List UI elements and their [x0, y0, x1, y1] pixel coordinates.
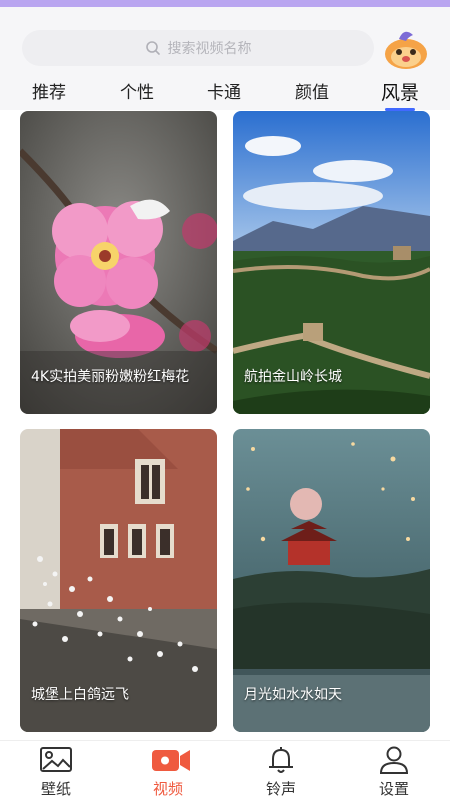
search-placeholder: 搜索视频名称: [167, 41, 252, 57]
image-icon: [39, 745, 73, 775]
avatar[interactable]: [382, 27, 430, 71]
bell-icon: [264, 745, 298, 775]
nav-label: 视频: [152, 780, 183, 798]
video-card-castle-doves[interactable]: 城堡上白鸽远飞: [20, 429, 217, 732]
category-tabs: 推荐 个性 卡通 颜值 风景: [0, 79, 450, 113]
video-card-plum-blossom[interactable]: 4K实拍美丽粉嫩粉红梅花: [20, 111, 217, 414]
video-title: 城堡上白鸽远飞: [31, 687, 129, 703]
nav-video[interactable]: 视频: [123, 741, 213, 801]
tab-personality[interactable]: 个性: [120, 79, 154, 109]
status-strip: [0, 0, 450, 7]
tab-scenery[interactable]: 风景: [381, 79, 419, 109]
nav-ringtone[interactable]: 铃声: [236, 741, 326, 801]
nav-wallpaper[interactable]: 壁纸: [11, 741, 101, 801]
video-title: 4K实拍美丽粉嫩粉红梅花: [31, 369, 190, 385]
video-title: 月光如水水如天: [244, 687, 342, 703]
search-icon: [145, 40, 161, 56]
video-title: 航拍金山岭长城: [244, 369, 342, 385]
bottom-nav: 壁纸 视频 铃声 设置: [0, 740, 450, 801]
search-input[interactable]: 搜索视频名称: [22, 30, 374, 66]
tab-cartoon[interactable]: 卡通: [207, 79, 241, 109]
nav-label: 铃声: [265, 780, 296, 798]
tab-recommend[interactable]: 推荐: [32, 79, 66, 109]
tab-looks[interactable]: 颜值: [295, 79, 329, 109]
user-icon: [377, 745, 411, 775]
header: 搜索视频名称 推荐 个性 卡通 颜值 风景: [0, 7, 450, 110]
nav-label: 设置: [378, 780, 409, 798]
video-card-great-wall[interactable]: 航拍金山岭长城: [233, 111, 430, 414]
nav-settings[interactable]: 设置: [349, 741, 439, 801]
video-camera-icon: [151, 745, 190, 775]
nav-label: 壁纸: [40, 780, 71, 798]
video-card-moonlight[interactable]: 月光如水水如天: [233, 429, 430, 732]
